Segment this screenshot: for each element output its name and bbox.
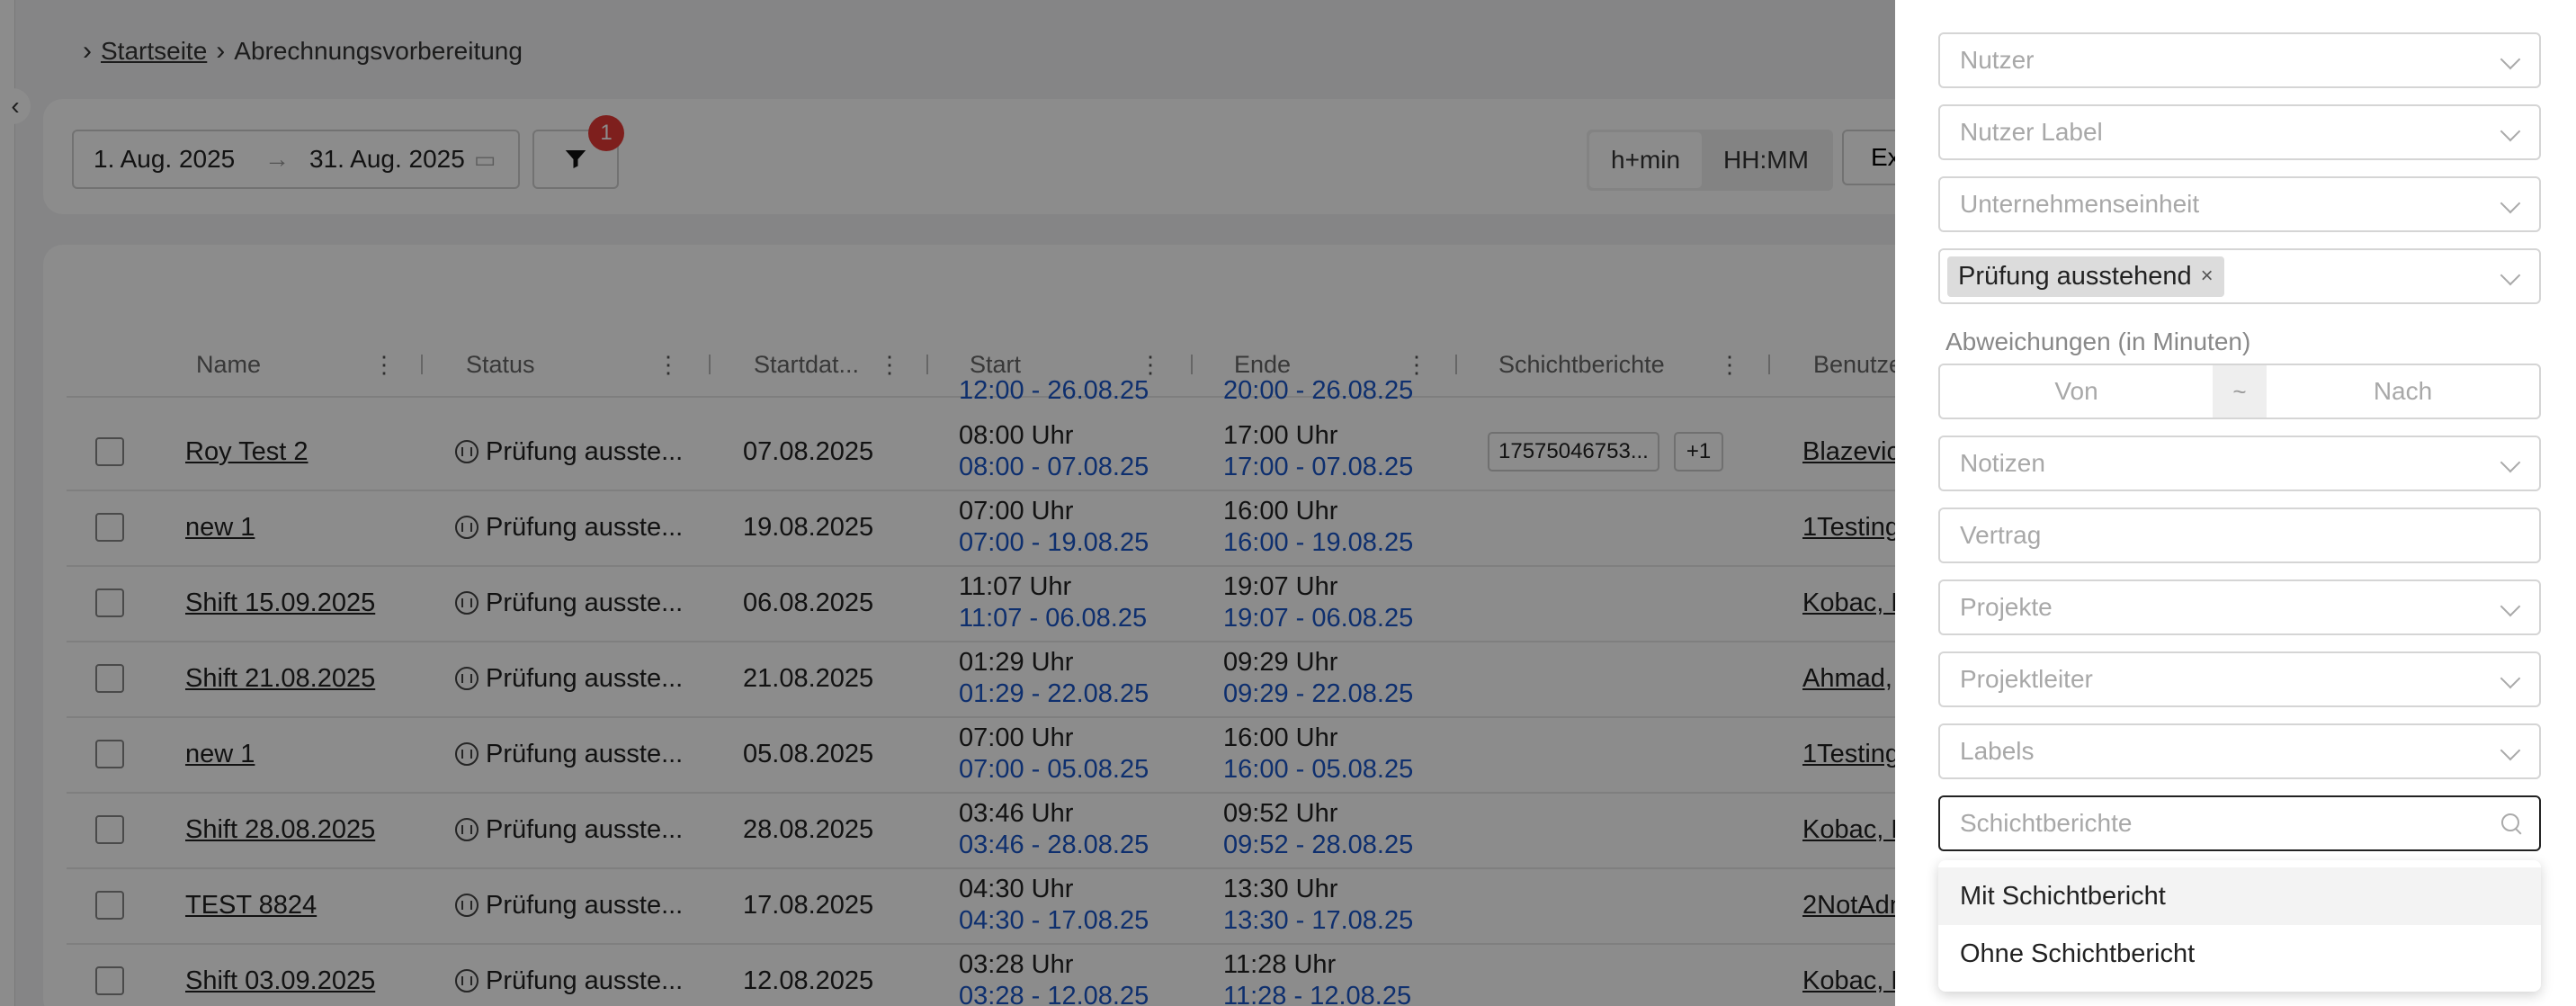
- search-icon: [2501, 813, 2519, 831]
- contract-input[interactable]: Vertrag: [1938, 507, 2541, 563]
- chevron-down-icon: [2500, 265, 2521, 286]
- chevron-down-icon: [2500, 121, 2521, 142]
- status-select[interactable]: Prüfung ausstehend ×: [1938, 248, 2541, 304]
- overlay-dim[interactable]: [0, 0, 1895, 1006]
- user-label-select[interactable]: Nutzer Label: [1938, 104, 2541, 160]
- project-lead-select[interactable]: Projektleiter: [1938, 651, 2541, 707]
- deviation-to-input[interactable]: Nach: [2267, 365, 2539, 418]
- chevron-down-icon: [2500, 193, 2521, 214]
- reports-dropdown: Mit Schichtbericht Ohne Schichtbericht: [1938, 860, 2541, 992]
- labels-select[interactable]: Labels: [1938, 723, 2541, 779]
- unit-select[interactable]: Unternehmenseinheit: [1938, 176, 2541, 232]
- reports-search-select[interactable]: Schichtberichte: [1938, 795, 2541, 851]
- notes-select[interactable]: Notizen: [1938, 436, 2541, 491]
- deviation-range: Von ~ Nach: [1938, 364, 2541, 419]
- deviation-from-input[interactable]: Von: [1940, 365, 2213, 418]
- range-separator: ~: [2213, 365, 2267, 418]
- chevron-down-icon: [2500, 668, 2521, 689]
- chevron-down-icon: [2500, 49, 2521, 70]
- chevron-down-icon: [2500, 740, 2521, 761]
- option-without-report[interactable]: Ohne Schichtbericht: [1938, 925, 2541, 983]
- status-tag: Prüfung ausstehend ×: [1947, 256, 2224, 297]
- chevron-down-icon: [2500, 452, 2521, 473]
- option-with-report[interactable]: Mit Schichtbericht: [1938, 867, 2541, 925]
- remove-tag-icon[interactable]: ×: [2201, 264, 2214, 289]
- user-select[interactable]: Nutzer: [1938, 32, 2541, 88]
- projects-select[interactable]: Projekte: [1938, 579, 2541, 635]
- deviation-label: Abweichungen (in Minuten): [1945, 328, 2251, 355]
- filter-panel: Nutzer Nutzer Label Unternehmenseinheit …: [1895, 0, 2576, 1006]
- chevron-down-icon: [2500, 596, 2521, 617]
